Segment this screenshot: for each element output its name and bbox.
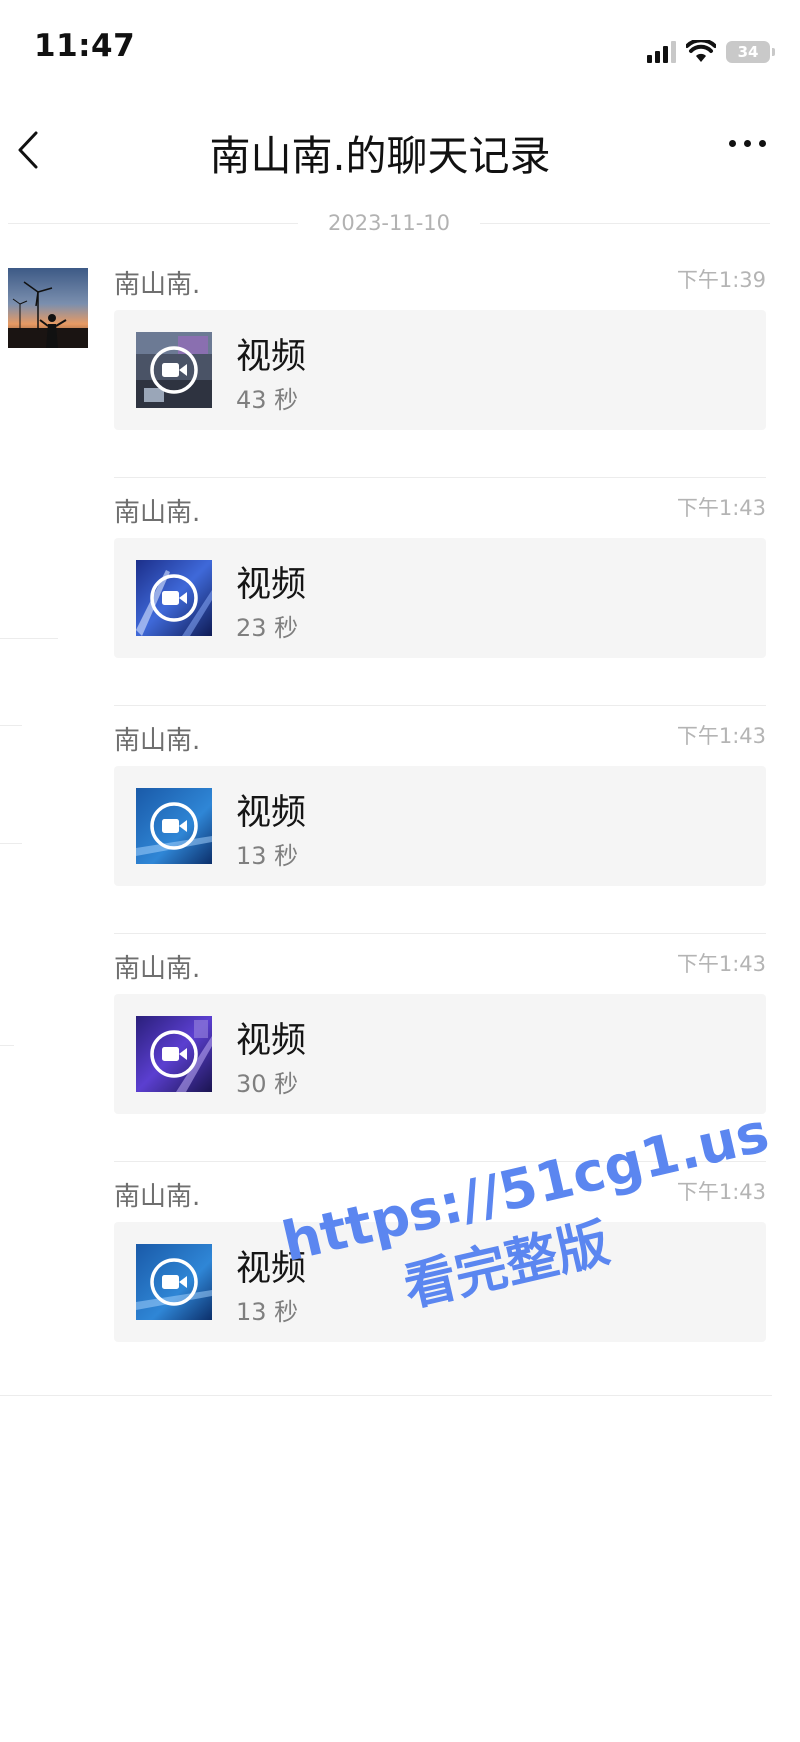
battery-level: 34 bbox=[737, 43, 759, 61]
date-label: 2023-11-10 bbox=[327, 211, 451, 235]
card-title: 视频 bbox=[236, 1249, 307, 1289]
video-duration: 43 秒 bbox=[236, 386, 299, 414]
date-divider: 2023-11-10 bbox=[8, 210, 771, 236]
status-time: 11:47 bbox=[34, 28, 136, 64]
left-separator bbox=[0, 725, 22, 726]
list-item: 南山南. 下午1:43 bbox=[114, 934, 766, 1162]
video-duration: 13 秒 bbox=[236, 842, 299, 870]
video-thumbnail bbox=[136, 1244, 212, 1320]
sender-name: 南山南. bbox=[114, 270, 201, 300]
card-title: 视频 bbox=[236, 1021, 307, 1061]
sender-name: 南山南. bbox=[114, 498, 201, 528]
video-thumbnail bbox=[136, 1016, 212, 1092]
left-separator bbox=[0, 638, 58, 639]
left-separator bbox=[0, 1045, 14, 1046]
message-time: 下午1:43 bbox=[676, 496, 766, 520]
list-item: 南山南. 下午1:43 bbox=[114, 478, 766, 706]
more-dots-icon bbox=[729, 140, 736, 147]
list-item: 南山南. 下午1:43 bbox=[114, 1162, 766, 1390]
battery-icon: 34 bbox=[726, 41, 775, 63]
avatar-image bbox=[8, 268, 88, 348]
message-time: 下午1:43 bbox=[676, 1180, 766, 1204]
video-card[interactable]: 视频 23 秒 bbox=[114, 538, 766, 658]
video-card[interactable]: 视频 30 秒 bbox=[114, 994, 766, 1114]
card-title: 视频 bbox=[236, 565, 307, 605]
message-time: 下午1:39 bbox=[676, 268, 766, 292]
video-card[interactable]: 视频 43 秒 bbox=[114, 310, 766, 430]
video-thumbnail bbox=[136, 332, 212, 408]
video-card[interactable]: 视频 13 秒 bbox=[114, 1222, 766, 1342]
list-item: 南山南. 下午1:39 视频 43 秒 bbox=[114, 250, 766, 478]
status-icons: 34 bbox=[647, 40, 775, 64]
list-end-divider bbox=[0, 1395, 772, 1396]
video-duration: 30 秒 bbox=[236, 1070, 299, 1098]
video-duration: 13 秒 bbox=[236, 1298, 299, 1326]
more-options-button[interactable] bbox=[723, 134, 772, 153]
sender-name: 南山南. bbox=[114, 726, 201, 756]
message-list: 南山南. 下午1:39 视频 43 秒 南山南. 下午1:43 视频 23 秒 … bbox=[114, 250, 766, 1390]
nav-bar: 南山南.的聊天记录 bbox=[0, 100, 800, 200]
card-title: 视频 bbox=[236, 793, 307, 833]
back-chevron-icon bbox=[18, 131, 38, 169]
message-time: 下午1:43 bbox=[676, 952, 766, 976]
video-card[interactable]: 视频 13 秒 bbox=[114, 766, 766, 886]
message-time: 下午1:43 bbox=[676, 724, 766, 748]
status-bar: 11:47 34 bbox=[0, 0, 800, 100]
sender-name: 南山南. bbox=[114, 954, 201, 984]
video-duration: 23 秒 bbox=[236, 614, 299, 642]
signal-icon bbox=[647, 41, 676, 63]
left-separator bbox=[0, 843, 22, 844]
video-thumbnail bbox=[136, 560, 212, 636]
card-title: 视频 bbox=[236, 337, 307, 377]
avatar[interactable] bbox=[8, 268, 88, 348]
video-thumbnail bbox=[136, 788, 212, 864]
wifi-icon bbox=[686, 40, 716, 62]
list-item: 南山南. 下午1:43 bbox=[114, 706, 766, 934]
page-title: 南山南.的聊天记录 bbox=[209, 132, 551, 180]
back-button[interactable] bbox=[6, 125, 50, 175]
sender-name: 南山南. bbox=[114, 1182, 201, 1212]
